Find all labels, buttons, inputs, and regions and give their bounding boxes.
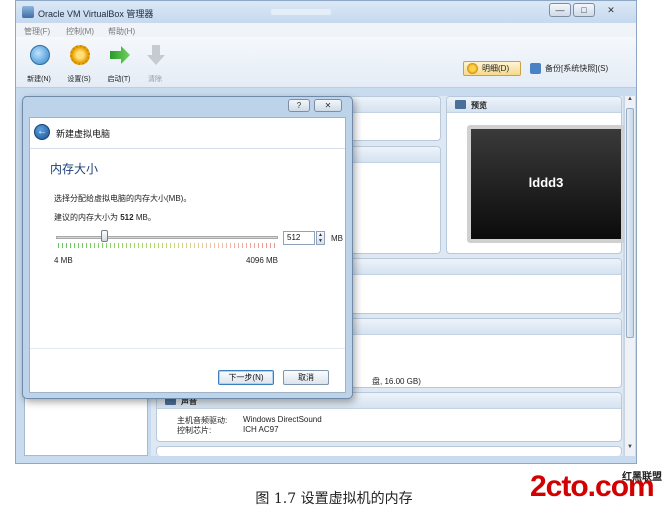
network-card [156,446,622,456]
recommend-unit: MB。 [135,213,156,222]
new-vm-icon [30,45,50,65]
start-button[interactable]: 启动(T) [102,43,136,83]
settings-button[interactable]: 设置(S) [62,43,96,83]
gear-icon [70,45,90,65]
snapshots-button[interactable]: 备份[系统快照](S) [526,61,628,76]
window-title: Oracle VM VirtualBox 管理器 [38,9,154,19]
dialog-title: 新建虚拟电脑 [56,129,111,139]
start-arrow-icon [110,46,130,64]
close-button[interactable]: ✕ [600,3,622,17]
discard-button[interactable]: 清除 [138,43,172,83]
recommend-value: 512 [120,213,134,222]
audio-card: 声音 主机音频驱动: Windows DirectSound 控制芯片: ICH… [156,392,622,442]
menu-manage[interactable]: 管理(F) [24,26,50,37]
scroll-up-arrow-icon[interactable]: ▲ [625,96,635,102]
scroll-thumb[interactable] [626,108,634,338]
title-bar: Oracle VM VirtualBox 管理器 — □ ✕ [16,1,636,23]
next-button[interactable]: 下一步(N) [218,370,274,385]
preview-card: 预览 lddd3 [446,96,625,254]
new-button[interactable]: 新建(N) [22,43,56,83]
menu-bar: 管理(F) 控制(M) 帮助(H) [16,23,636,38]
memory-slider-thumb[interactable] [101,230,109,242]
camera-icon [530,63,541,74]
slider-max-label: 4096 MB [246,256,279,265]
dialog-close-button[interactable]: ✕ [314,99,342,112]
minimize-button[interactable]: — [549,3,571,17]
memory-description: 选择分配给虚拟电脑的内存大小(MB)。 [54,194,192,203]
memory-slider-track[interactable] [56,236,278,239]
memory-size-input[interactable]: 512 [283,231,315,245]
details-button[interactable]: 明细(D) [463,61,521,76]
help-button[interactable]: ? [288,99,310,112]
maximize-button[interactable]: □ [573,3,595,17]
menu-control[interactable]: 控制(M) [66,26,94,37]
preview-vm-name: lddd3 [528,175,564,190]
details-gear-icon [467,63,478,74]
monitor-icon [455,100,466,109]
memory-unit-label: MB [331,234,343,243]
audio-controller-value: ICH AC97 [243,425,279,434]
button-divider [30,348,345,349]
dialog-body: ← 新建虚拟电脑 内存大小 选择分配给虚拟电脑的内存大小(MB)。 建议的内存大… [29,117,346,393]
menu-help[interactable]: 帮助(H) [108,26,135,37]
discard-button-label: 清除 [148,76,162,83]
start-button-label: 启动(T) [107,76,131,83]
dialog-caption: ? ✕ [23,97,352,117]
new-vm-wizard-dialog: ? ✕ ← 新建虚拟电脑 内存大小 选择分配给虚拟电脑的内存大小(MB)。 建议… [22,96,353,399]
back-arrow-icon[interactable]: ← [34,124,50,140]
snapshots-button-label: 备份[系统快照](S) [545,64,609,73]
virtualbox-logo-icon [22,6,34,18]
memory-spinner[interactable]: ▲ ▼ [316,231,325,245]
recommend-prefix: 建议的内存大小为 [54,213,118,222]
discard-arrow-icon [147,45,165,65]
audio-driver-value: Windows DirectSound [243,415,322,424]
page-title: 内存大小 [50,162,99,176]
recommended-memory-text: 建议的内存大小为 512 MB。 [54,212,156,223]
scroll-down-arrow-icon[interactable]: ▼ [625,444,635,450]
audio-controller-label: 控制芯片: [177,426,212,435]
storage-disk-size: 盘, 16.00 GB) [372,377,421,386]
new-button-label: 新建(N) [27,76,51,83]
cancel-button[interactable]: 取消 [283,370,329,385]
settings-button-label: 设置(S) [67,76,91,83]
memory-slider-scale [58,243,278,248]
slider-min-label: 4 MB [54,256,73,265]
details-scrollbar[interactable]: ▲ ▼ [624,96,635,456]
watermark-subtitle: 红黑联盟 [622,472,662,483]
preview-title: 预览 [471,101,487,110]
details-button-label: 明细(D) [482,64,510,73]
header-divider [30,148,345,149]
toolbar: 新建(N) 设置(S) 启动(T) 清除 明细(D) 备份[系统快照](S) [16,37,636,88]
title-bar-ghost [271,9,331,15]
